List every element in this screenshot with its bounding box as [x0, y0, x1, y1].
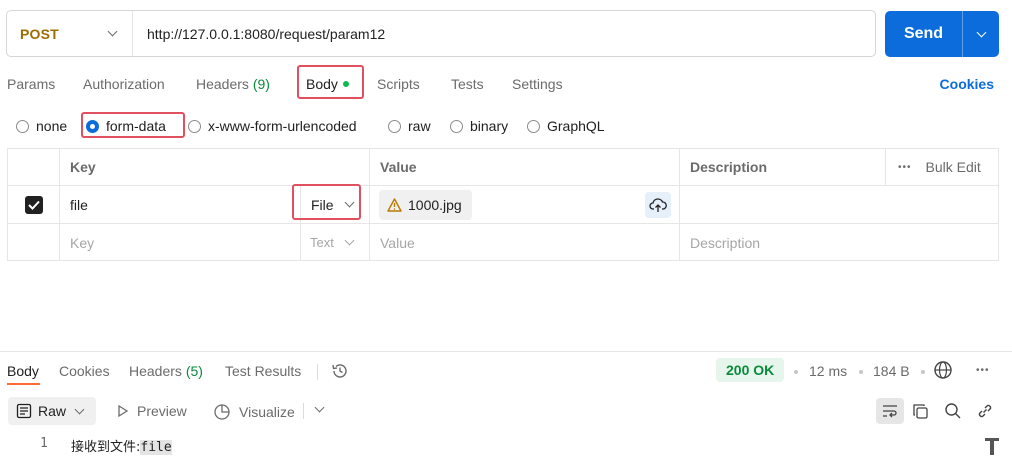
- column-header-value: Value: [369, 149, 679, 185]
- separator-dot: [859, 370, 863, 374]
- response-size[interactable]: 184 B: [873, 363, 910, 379]
- response-tab-test-results[interactable]: Test Results: [225, 363, 301, 379]
- copy-icon[interactable]: [912, 403, 929, 420]
- bulk-edit-area: ••• Bulk Edit: [885, 149, 998, 185]
- radio-circle-icon: [388, 119, 401, 133]
- warning-icon: [387, 197, 402, 212]
- search-icon[interactable]: [944, 402, 962, 420]
- active-tab-underline: [7, 383, 40, 385]
- response-divider: [0, 351, 1012, 352]
- radio-raw[interactable]: raw: [388, 118, 431, 134]
- radio-circle-icon: [450, 119, 463, 133]
- radio-circle-icon: [527, 119, 540, 133]
- history-icon[interactable]: [331, 362, 349, 380]
- wrap-lines-icon: [883, 405, 897, 418]
- separator-dot: [794, 370, 798, 374]
- highlight-box-form-data: [81, 112, 185, 138]
- divider: [317, 364, 318, 380]
- more-options-icon[interactable]: •••: [976, 365, 990, 376]
- more-options-icon[interactable]: •••: [898, 162, 912, 173]
- text-cursor-icon: [985, 438, 999, 455]
- column-header-description: Description: [679, 149, 885, 185]
- tab-scripts[interactable]: Scripts: [377, 76, 420, 92]
- column-header-key: Key: [59, 149, 369, 185]
- response-time[interactable]: 12 ms: [809, 363, 847, 379]
- tab-headers[interactable]: Headers (9): [196, 76, 270, 92]
- radio-circle-icon: [188, 119, 201, 133]
- response-toolbar: Raw Preview Visualize: [0, 396, 1012, 426]
- table-row: file File 1000.jpg: [8, 186, 998, 224]
- chevron-down-icon: [344, 235, 355, 246]
- cookies-link[interactable]: Cookies: [940, 76, 994, 92]
- send-button[interactable]: Send: [885, 11, 999, 57]
- radio-circle-icon: [16, 119, 29, 133]
- format-select[interactable]: Raw: [8, 397, 96, 425]
- send-options-button[interactable]: [962, 11, 999, 57]
- upload-file-button[interactable]: [645, 192, 671, 218]
- headers-count: (9): [252, 76, 270, 92]
- response-tab-body[interactable]: Body: [7, 363, 39, 379]
- globe-icon[interactable]: [933, 360, 953, 380]
- chevron-down-icon: [74, 404, 85, 414]
- response-tab-cookies[interactable]: Cookies: [59, 363, 110, 379]
- table-header-row: Key Value Description ••• Bulk Edit: [8, 149, 998, 186]
- description-cell[interactable]: [679, 186, 998, 223]
- line-number: 1: [40, 436, 48, 451]
- chevron-down-icon: [976, 27, 986, 37]
- response-tab-headers[interactable]: Headers (5): [129, 363, 203, 379]
- tab-tests[interactable]: Tests: [451, 76, 484, 92]
- key-placeholder[interactable]: Key: [59, 224, 300, 261]
- table-row-empty: Key Text Value Description: [8, 224, 998, 261]
- description-placeholder[interactable]: Description: [679, 224, 998, 261]
- value-placeholder[interactable]: Value: [369, 224, 679, 261]
- row-checkbox[interactable]: [8, 186, 59, 223]
- form-data-table: Key Value Description ••• Bulk Edit file…: [7, 148, 999, 261]
- status-badge[interactable]: 200 OK: [716, 358, 785, 382]
- preview-button[interactable]: Preview: [117, 403, 187, 419]
- value-cell[interactable]: 1000.jpg: [369, 186, 679, 223]
- tab-settings[interactable]: Settings: [512, 76, 563, 92]
- cloud-upload-icon: [649, 198, 667, 212]
- bulk-edit-button[interactable]: Bulk Edit: [926, 159, 981, 175]
- link-icon[interactable]: [976, 402, 994, 420]
- type-select-placeholder[interactable]: Text: [300, 224, 369, 261]
- url-bar: POST: [6, 10, 876, 57]
- checkbox-checked-icon: [24, 195, 43, 214]
- separator-dot: [921, 370, 925, 374]
- url-input[interactable]: [133, 11, 875, 56]
- document-text-icon: [16, 403, 32, 419]
- tab-authorization[interactable]: Authorization: [83, 76, 165, 92]
- response-tabs: Body Cookies Headers (5) Test Results 20…: [0, 356, 1012, 386]
- response-body[interactable]: 1 接收到文件:file: [0, 434, 1012, 456]
- highlight-box-file-type: [292, 184, 361, 220]
- highlight-box-body-tab: [297, 65, 364, 99]
- key-cell[interactable]: file: [59, 186, 300, 223]
- method-label: POST: [20, 25, 59, 42]
- wrap-lines-button[interactable]: [876, 398, 904, 424]
- method-select[interactable]: POST: [7, 11, 133, 56]
- radio-none[interactable]: none: [16, 118, 67, 134]
- tab-params[interactable]: Params: [7, 76, 55, 92]
- file-chip[interactable]: 1000.jpg: [379, 189, 472, 220]
- chevron-down-icon[interactable]: [314, 402, 325, 413]
- visualize-button[interactable]: Visualize: [213, 403, 295, 421]
- chevron-down-icon: [107, 26, 118, 37]
- visualize-icon: [214, 404, 230, 420]
- play-icon: [118, 404, 129, 418]
- radio-x-www-form-urlencoded[interactable]: x-www-form-urlencoded: [188, 118, 357, 134]
- request-tabs: Params Authorization Headers (9) Body Sc…: [0, 68, 1012, 100]
- radio-binary[interactable]: binary: [450, 118, 508, 134]
- code-line: 接收到文件:file: [71, 440, 172, 455]
- divider: [303, 403, 304, 419]
- radio-graphql[interactable]: GraphQL: [527, 118, 605, 134]
- send-label: Send: [903, 25, 944, 42]
